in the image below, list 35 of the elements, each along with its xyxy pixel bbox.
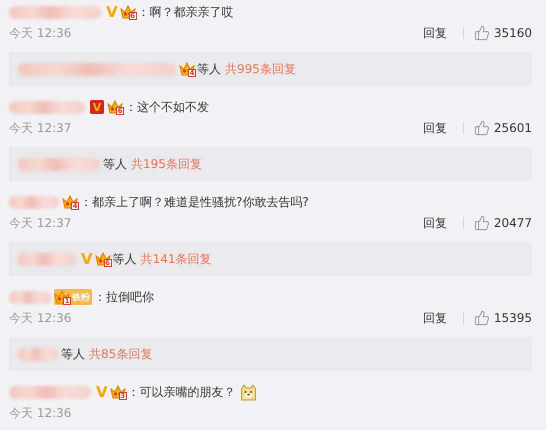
thread-suffix: 等人: [112, 250, 137, 268]
reply-link[interactable]: 回复: [422, 24, 447, 42]
reply-link[interactable]: 回复: [422, 120, 447, 136]
like-button[interactable]: 35160: [474, 25, 532, 41]
comment-text: ：都亲上了啊？难道是性骚扰?你敢去告吗?: [80, 194, 309, 210]
thread-suffix: 等人: [61, 346, 85, 362]
reply-link[interactable]: 回复: [422, 214, 447, 232]
thread-suffix: 等人: [197, 60, 221, 78]
verified-tag: V: [90, 100, 104, 114]
thumbs-up-icon: [474, 120, 490, 136]
like-button[interactable]: 25601: [474, 120, 532, 136]
thumbs-up-icon: [474, 310, 490, 326]
verified-letter: V: [81, 250, 93, 268]
comment-text: ：拉倒吧你: [94, 288, 154, 306]
verified-letter: V: [106, 3, 118, 21]
like-button[interactable]: 15395: [474, 310, 532, 326]
comment-time: 今天 12:37: [9, 214, 72, 232]
reply-link[interactable]: 回复: [422, 310, 447, 326]
comment-time: 今天 12:37: [9, 120, 72, 136]
blurred-username: [9, 196, 59, 208]
blurred-username: [18, 252, 76, 266]
like-button[interactable]: 20477: [474, 215, 532, 231]
comment-time: 今天 12:36: [9, 404, 72, 422]
comment-text: ：可以亲嘴的朋友？: [128, 384, 236, 400]
comment-time: 今天 12:36: [9, 310, 72, 326]
thread-suffix: 等人: [103, 156, 127, 172]
fan-label: 铁粉: [72, 292, 90, 304]
comment-text: ：这个不如不发: [125, 98, 209, 116]
comment-text: ：啊？都亲亲了哎: [138, 4, 234, 20]
thumbs-up-icon: [474, 215, 490, 231]
blurred-username: [18, 348, 58, 360]
comment-time: 今天 12:36: [9, 24, 72, 42]
blurred-username: [9, 290, 51, 304]
verified-letter: V: [96, 383, 108, 401]
thumbs-up-icon: [474, 25, 490, 41]
